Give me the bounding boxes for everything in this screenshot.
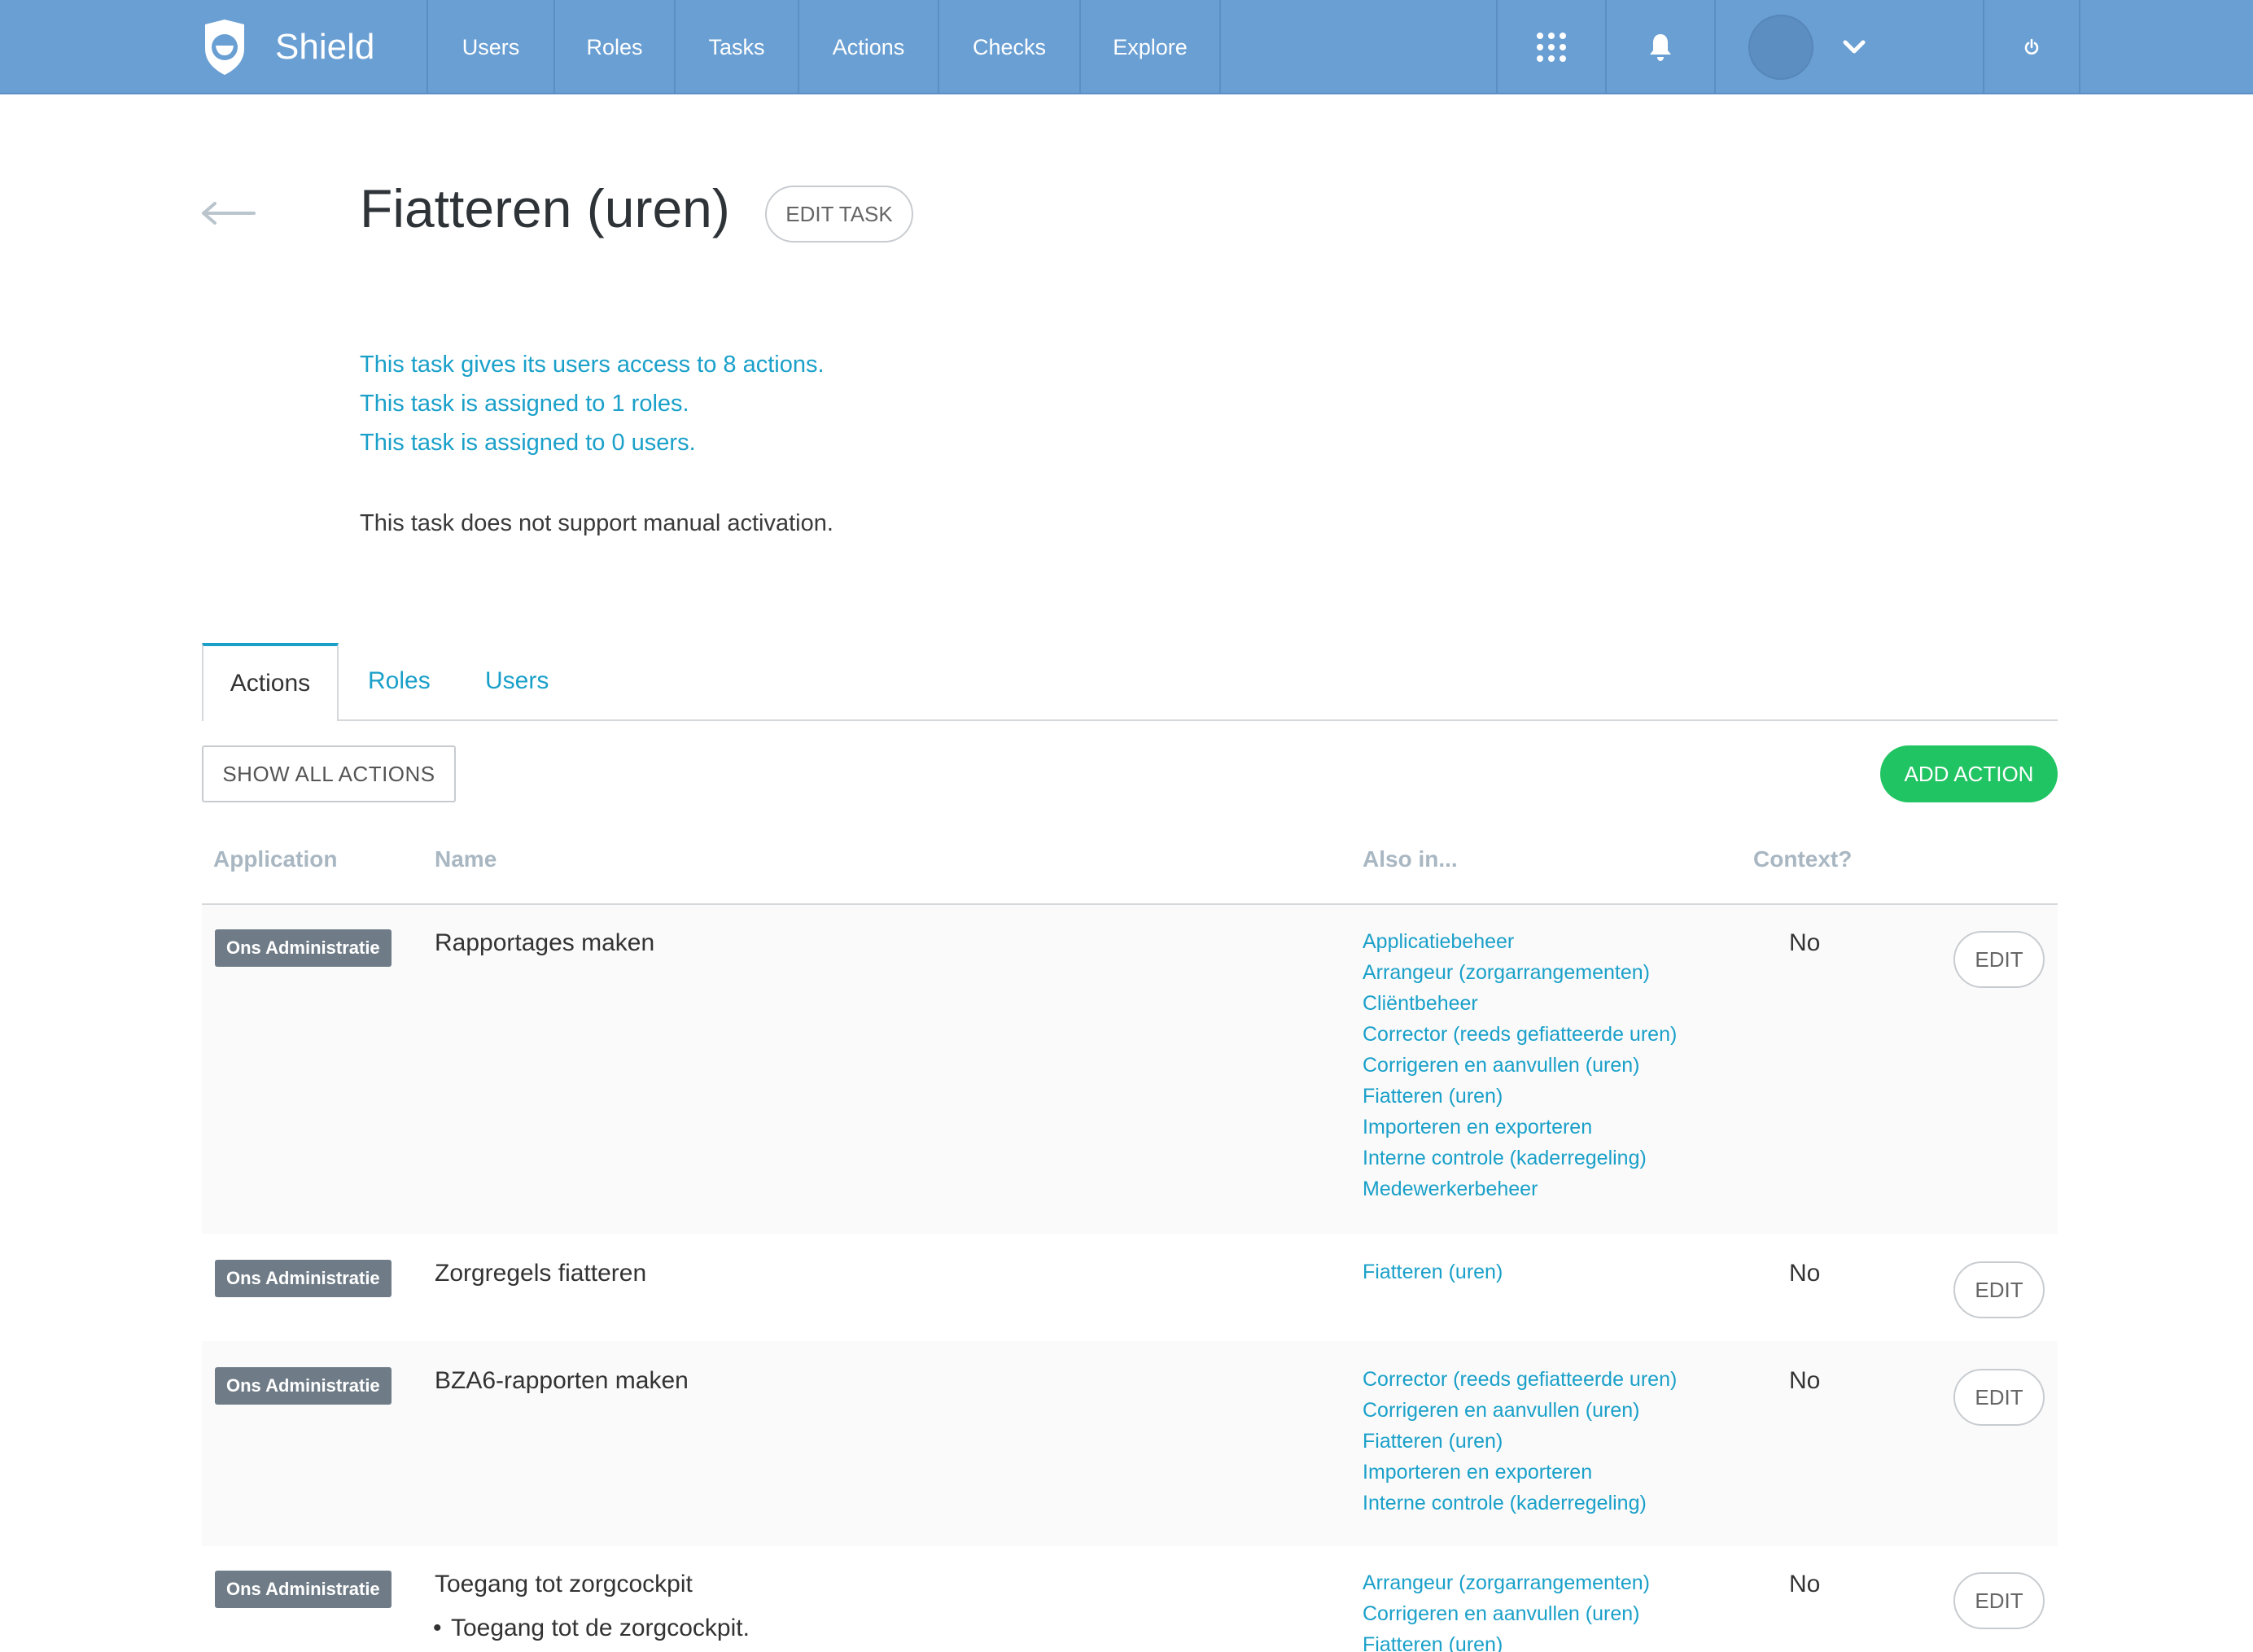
also-in-link[interactable]: Interne controle (kaderregeling): [1363, 1143, 1677, 1173]
tabs-divider: [202, 719, 2058, 721]
also-in-list: Corrector (reeds gefiatteerde uren) Corr…: [1363, 1364, 1677, 1519]
also-in-link[interactable]: Fiatteren (uren): [1363, 1426, 1677, 1457]
also-in-link[interactable]: Fiatteren (uren): [1363, 1256, 1503, 1287]
also-in-link[interactable]: Interne controle (kaderregeling): [1363, 1488, 1677, 1519]
page-title: Fiatteren (uren): [360, 178, 730, 238]
context-value: No: [1789, 1367, 1821, 1394]
also-in-list: Applicatiebeheer Arrangeur (zorgarrangem…: [1363, 926, 1677, 1204]
add-action-button[interactable]: ADD ACTION: [1880, 745, 2058, 802]
tab-roles[interactable]: Roles: [368, 643, 431, 719]
nav-checks[interactable]: Checks: [938, 0, 1079, 94]
also-in-link[interactable]: Corrigeren en aanvullen (uren): [1363, 1598, 1650, 1629]
user-menu[interactable]: [1714, 0, 1983, 94]
column-header-also-in: Also in...: [1363, 846, 1458, 872]
also-in-link[interactable]: Arrangeur (zorgarrangementen): [1363, 1567, 1650, 1598]
also-in-list: Fiatteren (uren): [1363, 1256, 1503, 1287]
nav-roles[interactable]: Roles: [553, 0, 674, 94]
roles-count-link[interactable]: This task is assigned to 1 roles.: [360, 391, 689, 417]
also-in-link[interactable]: Corrector (reeds gefiatteerde uren): [1363, 1019, 1677, 1050]
also-in-link[interactable]: Importeren en exporteren: [1363, 1112, 1677, 1143]
apps-button[interactable]: [1496, 0, 1605, 94]
avatar: [1748, 15, 1813, 80]
column-header-application[interactable]: Application: [213, 846, 337, 872]
users-count-link[interactable]: This task is assigned to 0 users.: [360, 430, 696, 457]
edit-action-button[interactable]: EDIT: [1953, 1261, 2045, 1318]
also-in-link[interactable]: Corrigeren en aanvullen (uren): [1363, 1395, 1677, 1426]
action-name: Toegang tot zorgcockpit: [435, 1571, 693, 1597]
table-row: Ons Administratie BZA6-rapporten maken C…: [202, 1341, 2058, 1546]
top-navbar: Shield Users Roles Tasks Actions Checks …: [0, 0, 2253, 94]
nav-actions[interactable]: Actions: [798, 0, 938, 94]
also-in-link[interactable]: Medewerkerbeheer: [1363, 1173, 1677, 1204]
activation-note: This task does not support manual activa…: [360, 510, 833, 536]
nav-explore[interactable]: Explore: [1079, 0, 1221, 94]
also-in-link[interactable]: Fiatteren (uren): [1363, 1629, 1650, 1652]
application-badge: Ons Administratie: [215, 929, 392, 967]
also-in-link[interactable]: Arrangeur (zorgarrangementen): [1363, 957, 1677, 988]
show-all-actions-button[interactable]: SHOW ALL ACTIONS: [202, 745, 456, 802]
apps-grid-icon: [1537, 33, 1566, 62]
action-name: Zorgregels fiatteren: [435, 1260, 647, 1287]
application-badge: Ons Administratie: [215, 1571, 392, 1608]
action-name: BZA6-rapporten maken: [435, 1367, 689, 1394]
actions-count-link[interactable]: This task gives its users access to 8 ac…: [360, 352, 825, 378]
logout-button[interactable]: [1983, 0, 2080, 94]
also-in-link[interactable]: Corrector (reeds gefiatteerde uren): [1363, 1364, 1677, 1395]
also-in-list: Arrangeur (zorgarrangementen) Corrigeren…: [1363, 1567, 1650, 1652]
back-arrow-icon[interactable]: [200, 192, 256, 234]
application-badge: Ons Administratie: [215, 1260, 392, 1297]
bell-icon: [1650, 34, 1671, 61]
table-row: Ons Administratie Rapportages maken Appl…: [202, 905, 2058, 1234]
nav-tasks[interactable]: Tasks: [674, 0, 798, 94]
also-in-link[interactable]: Fiatteren (uren): [1363, 1081, 1677, 1112]
notifications-button[interactable]: [1605, 0, 1714, 94]
context-value: No: [1789, 1260, 1821, 1287]
brand-name: Shield: [275, 27, 375, 67]
nav-users[interactable]: Users: [427, 0, 553, 94]
power-icon: [2024, 38, 2039, 55]
brand[interactable]: Shield: [202, 0, 374, 94]
also-in-link[interactable]: Corrigeren en aanvullen (uren): [1363, 1050, 1677, 1081]
action-name: Rapportages maken: [435, 929, 655, 956]
context-value: No: [1789, 1571, 1821, 1597]
edit-task-button[interactable]: EDIT TASK: [765, 186, 913, 243]
tab-users[interactable]: Users: [485, 643, 549, 719]
table-row: Ons Administratie Toegang tot zorgcockpi…: [202, 1546, 2058, 1652]
main-nav: Users Roles Tasks Actions Checks Explore: [427, 0, 1221, 94]
also-in-link[interactable]: Importeren en exporteren: [1363, 1457, 1677, 1488]
also-in-link[interactable]: Cliëntbeheer: [1363, 988, 1677, 1019]
tab-actions[interactable]: Actions: [202, 643, 339, 721]
column-header-name[interactable]: Name: [435, 846, 497, 872]
also-in-link[interactable]: Applicatiebeheer: [1363, 926, 1677, 957]
application-badge: Ons Administratie: [215, 1367, 392, 1405]
context-value: No: [1789, 929, 1821, 956]
chevron-down-icon: [1843, 40, 1866, 54]
edit-action-button[interactable]: EDIT: [1953, 931, 2045, 988]
table-row: Ons Administratie Zorgregels fiatteren F…: [202, 1234, 2058, 1341]
edit-action-button[interactable]: EDIT: [1953, 1572, 2045, 1629]
edit-action-button[interactable]: EDIT: [1953, 1369, 2045, 1426]
action-description: Toegang tot de zorgcockpit.: [433, 1615, 750, 1642]
shield-logo-icon: [205, 20, 244, 75]
column-header-context: Context?: [1753, 846, 1853, 872]
